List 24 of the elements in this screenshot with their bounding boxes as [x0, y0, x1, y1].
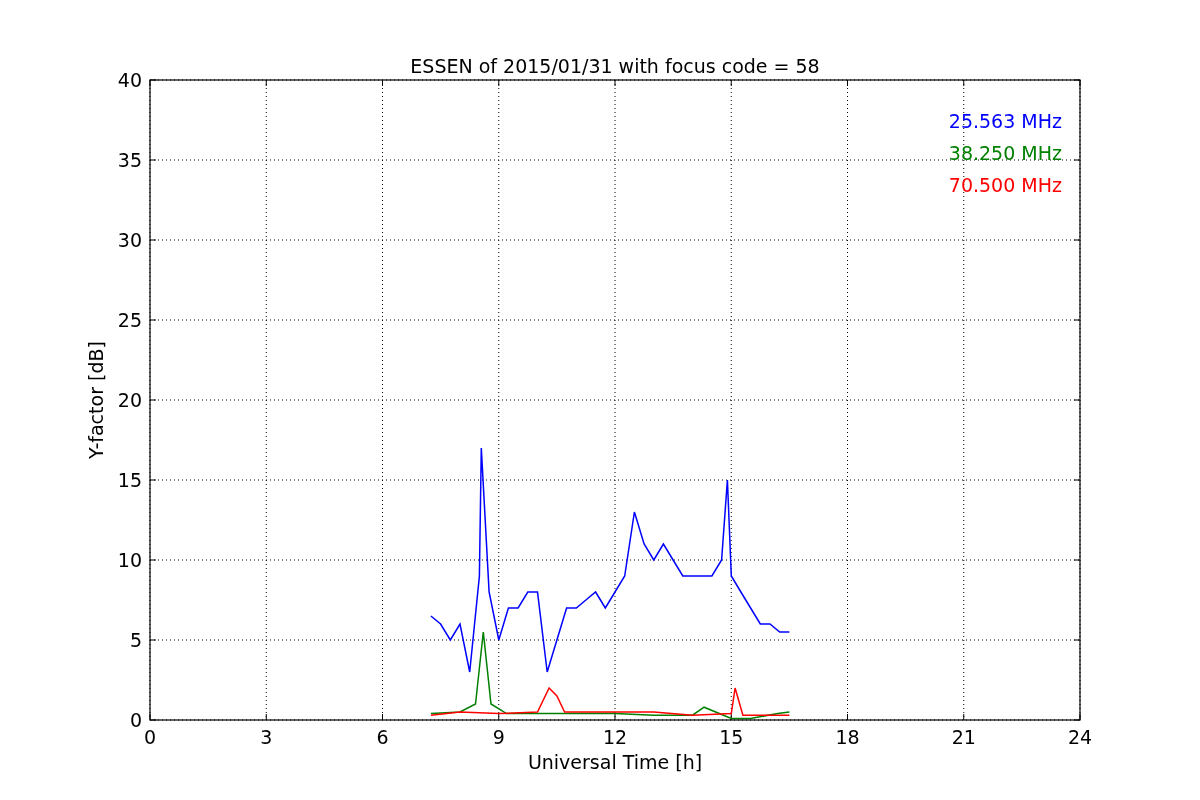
x-axis-label: Universal Time [h]: [527, 751, 703, 773]
tick-label: 15: [719, 726, 744, 748]
tick-label: 25: [117, 309, 142, 331]
tick-label: 12: [602, 726, 628, 748]
legend-label: 38.250 MHz: [948, 142, 1062, 164]
tick-label: 20: [117, 389, 142, 411]
chart-title: ESSEN of 2015/01/31 with focus code = 58: [410, 55, 820, 77]
tick-label: 24: [1067, 726, 1093, 748]
y-axis-label: Y-factor [dB]: [85, 341, 107, 459]
tick-label: 21: [951, 726, 976, 748]
tick-label: 30: [117, 229, 142, 251]
tick-label: 0: [129, 709, 142, 731]
tick-label: 3: [260, 726, 273, 748]
tick-label: 5: [129, 629, 142, 651]
tick-label: 15: [117, 469, 142, 491]
tick-label: 18: [835, 726, 860, 748]
tick-label: 35: [117, 149, 142, 171]
legend-label: 25.563 MHz: [948, 110, 1062, 132]
tick-label: 40: [117, 69, 142, 91]
tick-label: 10: [117, 549, 142, 571]
tick-label: 0: [143, 726, 157, 748]
tick-label: 6: [376, 726, 389, 748]
tick-label: 9: [492, 726, 505, 748]
legend-label: 70.500 MHz: [948, 174, 1062, 196]
